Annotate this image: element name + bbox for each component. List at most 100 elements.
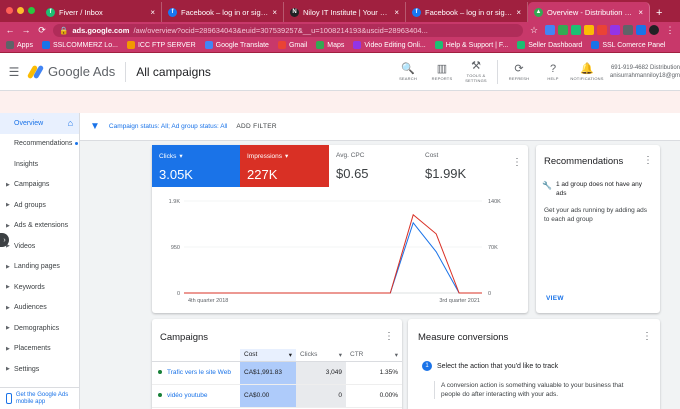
header-action-reports[interactable]: ▥ REPORTS (429, 63, 455, 81)
table-row[interactable]: vidéo youtube CA$0.00 0 0.00% (152, 384, 402, 408)
sidebar-item-videos[interactable]: ▶ Videos (0, 236, 79, 257)
star-icon[interactable]: ☆ (529, 25, 539, 36)
more-options-icon[interactable]: ⋮ (384, 331, 394, 342)
sidebar-item-audiences[interactable]: ▶ Audiences (0, 298, 79, 319)
extension-icon[interactable] (545, 25, 555, 35)
expand-icon: ▶ (6, 345, 10, 352)
google-ads-logo[interactable]: Google Ads (26, 61, 127, 82)
header-action-search[interactable]: 🔍 SEARCH (395, 63, 421, 81)
campaign-name[interactable]: Trafic vers le site Web (152, 361, 240, 385)
reload-icon[interactable]: ⟳ (37, 25, 47, 36)
view-button[interactable]: VIEW (546, 295, 564, 302)
bookmark-item[interactable]: Help & Support | F... (434, 41, 508, 49)
sidebar-item-keywords[interactable]: ▶ Keywords (0, 277, 79, 298)
browser-tab[interactable]: ▲ Overview - Distribution Summ × (528, 2, 650, 22)
close-window-button[interactable] (6, 7, 13, 14)
filter-status[interactable]: Campaign status: All; Ad group status: A… (109, 123, 228, 130)
minimize-window-button[interactable] (17, 7, 24, 14)
extension-icon[interactable] (558, 25, 568, 35)
maximize-window-button[interactable] (28, 7, 35, 14)
conversion-step[interactable]: 1 Select the action that you'd like to t… (422, 361, 558, 371)
step-description: A conversion action is something valuabl… (434, 381, 644, 399)
profile-avatar[interactable] (649, 25, 659, 35)
close-tab-icon[interactable]: × (638, 8, 643, 17)
campaign-ctr: 1.35% (346, 361, 402, 385)
menu-icon[interactable]: ☰ (0, 65, 28, 79)
recommendation-item: 🔧 1 ad group does not have any ads (542, 181, 654, 198)
account-info[interactable]: 691-919-4682 Distribution anisurrahmanni… (604, 64, 680, 80)
bookmark-item[interactable]: Maps (316, 41, 344, 49)
extension-icon[interactable] (636, 25, 646, 35)
metric-value: $0.65 (336, 166, 369, 181)
bookmark-item[interactable]: Gmail (277, 41, 308, 49)
extension-icon[interactable] (571, 25, 581, 35)
sidebar-item-recommendations[interactable]: Recommendations (0, 134, 79, 155)
column-header-clicks[interactable]: Clicks ▾ (296, 349, 346, 362)
close-tab-icon[interactable]: × (272, 8, 277, 17)
close-tab-icon[interactable]: × (516, 8, 521, 17)
metric-clicks[interactable]: Clicks ▾ 3.05K (152, 145, 240, 187)
table-row[interactable]: Trafic vers le site Web CA$1,991.83 3,049 1… (152, 361, 402, 385)
bookmark-item[interactable]: SSLCOMMERZ Lo... (41, 41, 118, 49)
bookmark-item[interactable]: Google Translate (204, 41, 269, 49)
column-header-cost[interactable]: Cost ▾ (240, 349, 296, 362)
column-header-label: Cost (244, 350, 258, 358)
sidebar-item-settings[interactable]: ▶ Settings (0, 359, 79, 380)
more-options-icon[interactable]: ⋮ (643, 155, 653, 166)
search-icon: 🔍 (401, 62, 415, 75)
header-action-notifications[interactable]: 🔔 NOTIFICATIONS (570, 62, 603, 81)
forward-icon[interactable]: → (21, 25, 31, 35)
header-action-help[interactable]: ? HELP (540, 63, 566, 81)
sidebar-item-campaigns[interactable]: ▶ Campaigns (0, 175, 79, 196)
dropdown-icon[interactable]: ▾ (285, 152, 288, 160)
extensions (545, 25, 659, 35)
add-filter-button[interactable]: ADD FILTER (236, 123, 276, 130)
extension-icon[interactable] (610, 25, 620, 35)
expand-icon: ▶ (6, 181, 10, 188)
sidebar-item-insights[interactable]: Insights (0, 154, 79, 175)
extension-icon[interactable] (597, 25, 607, 35)
bookmark-item[interactable]: ICC FTP SERVER (126, 41, 196, 49)
column-header-ctr[interactable]: CTR ▾ (346, 349, 402, 362)
bookmark-item[interactable]: SSL Comerce Panel (591, 41, 666, 49)
browser-tab[interactable]: f Fiverr / Inbox × (40, 2, 162, 22)
more-options-icon[interactable]: ⋮ (512, 157, 522, 168)
bell-icon: 🔔 (580, 62, 594, 75)
browser-tab[interactable]: f Facebook – log in or sign up × (406, 2, 528, 22)
metric-label: Cost (425, 152, 439, 159)
sidebar-item-overview[interactable]: Overview ⌂ (0, 113, 79, 134)
bookmark-icon (126, 41, 135, 49)
extension-icon[interactable] (584, 25, 594, 35)
sidebar-item-ad-groups[interactable]: ▶ Ad groups (0, 195, 79, 216)
bookmark-item[interactable]: Video Editing Onli... (353, 41, 426, 49)
sidebar-item-landing-pages[interactable]: ▶ Landing pages (0, 257, 79, 278)
header-action-refresh[interactable]: ⟳ REFRESH (506, 63, 532, 81)
extension-icon[interactable] (623, 25, 633, 35)
back-icon[interactable]: ← (5, 25, 15, 35)
metric-cost[interactable]: Cost $1.99K (418, 145, 507, 187)
browser-tab[interactable]: f Facebook – log in or sign up × (162, 2, 284, 22)
close-tab-icon[interactable]: × (150, 8, 155, 17)
more-options-icon[interactable]: ⋮ (642, 331, 652, 342)
filter-icon[interactable]: ▼ (90, 121, 100, 132)
bookmark-item[interactable]: Apps (6, 41, 33, 49)
browser-tab[interactable]: N Niloy IT Institute | Your better fu× (284, 2, 406, 22)
new-tab-button[interactable]: + (650, 7, 668, 22)
metric-avg-cpc[interactable]: Avg. CPC $0.65 (329, 145, 418, 187)
url-field[interactable]: 🔒 ads.google.com/aw/overview?ocid=289634… (53, 23, 523, 37)
campaign-name[interactable]: vidéo youtube (152, 384, 240, 408)
ads-header: ☰ Google Ads All campaigns 🔍 SEARCH ▥ REPOR… (0, 53, 680, 91)
metric-impressions[interactable]: Impressions ▾ 227K (240, 145, 329, 187)
sidebar-item-ads-extensions[interactable]: ▶ Ads & extensions (0, 216, 79, 237)
sidebar-item-demographics[interactable]: ▶ Demographics (0, 318, 79, 339)
browser-menu-icon[interactable]: ⋮ (665, 25, 675, 36)
sidebar-item-placements[interactable]: ▶ Placements (0, 339, 79, 360)
account-id: 691-919-4682 Distribution (610, 64, 680, 71)
bookmark-item[interactable]: Seller Dashboard (517, 41, 582, 49)
bookmark-label: Gmail (288, 41, 308, 49)
campaign-cost: CA$0.00 (240, 384, 296, 408)
dropdown-icon[interactable]: ▾ (179, 152, 182, 160)
header-action-tools-settings[interactable]: ⚒ TOOLS & SETTINGS (463, 60, 489, 83)
mobile-app-link[interactable]: Get the Google Ads mobile app (0, 387, 80, 409)
close-tab-icon[interactable]: × (394, 8, 399, 17)
